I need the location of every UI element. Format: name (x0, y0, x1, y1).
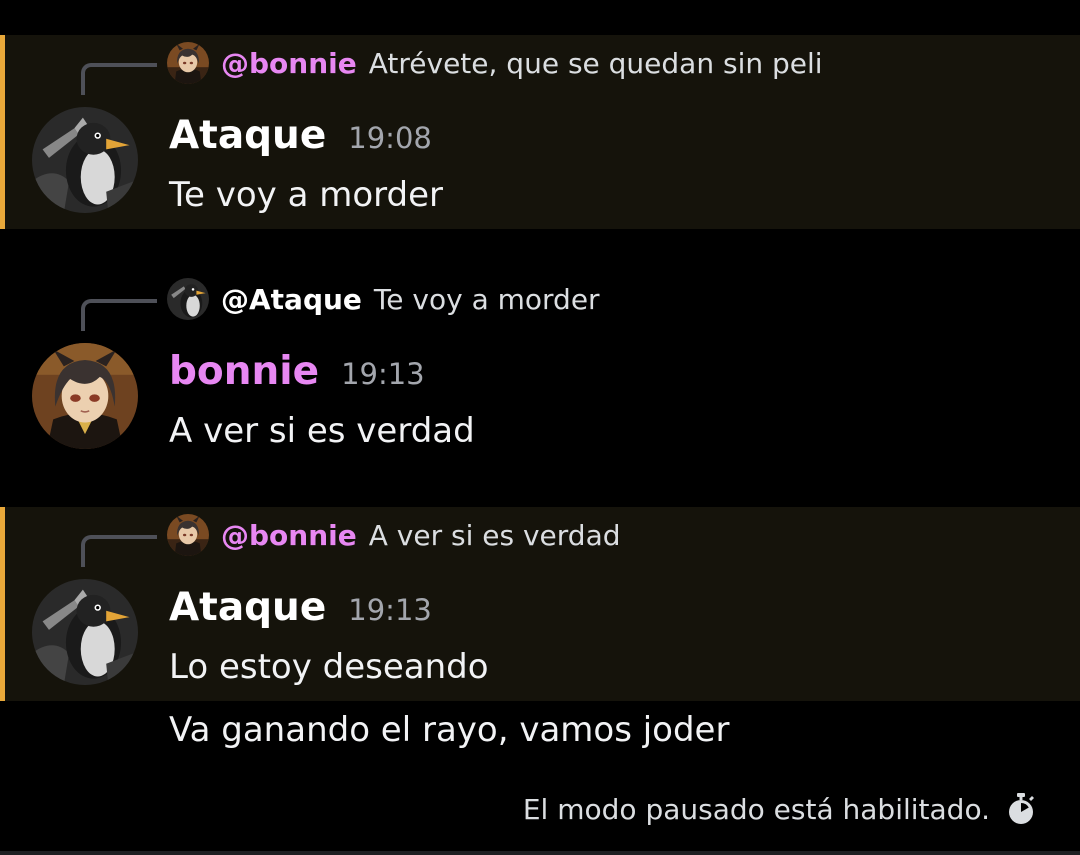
message-header: bonnie 19:13 (169, 349, 425, 394)
message-item[interactable]: @bonnie Atrévete, que se quedan sin peli… (0, 35, 1080, 229)
timestamp: 19:13 (348, 593, 432, 627)
message-header: Ataque 19:13 (169, 585, 432, 630)
message-text-continuation: Va ganando el rayo, vamos joder (169, 710, 730, 750)
bottom-divider (0, 851, 1080, 855)
reply-author[interactable]: @bonnie (221, 47, 357, 80)
chat-log: @bonnie Atrévete, que se quedan sin peli… (0, 0, 1080, 855)
author-name[interactable]: bonnie (169, 349, 319, 394)
reply-connector (81, 299, 157, 331)
reply-connector (81, 63, 157, 95)
ataque-penguin-avatar-icon[interactable] (32, 107, 138, 213)
reply-author[interactable]: @Ataque (221, 283, 362, 316)
author-name[interactable]: Ataque (169, 113, 326, 158)
timestamp: 19:08 (348, 121, 432, 155)
message-header: Ataque 19:08 (169, 113, 432, 158)
reply-text: Te voy a morder (373, 282, 600, 316)
bonnie-avatar-icon (167, 42, 209, 84)
reply-preview[interactable]: @bonnie Atrévete, que se quedan sin peli (167, 42, 823, 84)
timestamp: 19:13 (341, 357, 425, 391)
author-name[interactable]: Ataque (169, 585, 326, 630)
reply-text: Atrévete, que se quedan sin peli (368, 46, 823, 80)
message-text: Te voy a morder (169, 175, 443, 215)
stopwatch-icon (1006, 792, 1036, 826)
reply-preview[interactable]: @bonnie A ver si es verdad (167, 514, 621, 556)
message-item[interactable]: @Ataque Te voy a morder bonnie 19:13 A v (0, 271, 1080, 465)
message-item[interactable]: @bonnie A ver si es verdad Ataque 19:13 (0, 507, 1080, 701)
slowmode-notice: El modo pausado está habilitado. (523, 792, 1036, 826)
reply-preview[interactable]: @Ataque Te voy a morder (167, 278, 600, 320)
reply-text: A ver si es verdad (368, 518, 621, 552)
slowmode-text: El modo pausado está habilitado. (522, 792, 990, 826)
ataque-penguin-avatar-icon[interactable] (32, 579, 138, 685)
bonnie-avatar-icon (167, 514, 209, 556)
ataque-penguin-avatar-icon (167, 278, 209, 320)
bonnie-avatar-icon[interactable] (32, 343, 138, 449)
reply-connector (81, 535, 157, 567)
message-text: A ver si es verdad (169, 411, 475, 451)
reply-author[interactable]: @bonnie (221, 519, 357, 552)
message-text: Lo estoy deseando (169, 647, 489, 687)
